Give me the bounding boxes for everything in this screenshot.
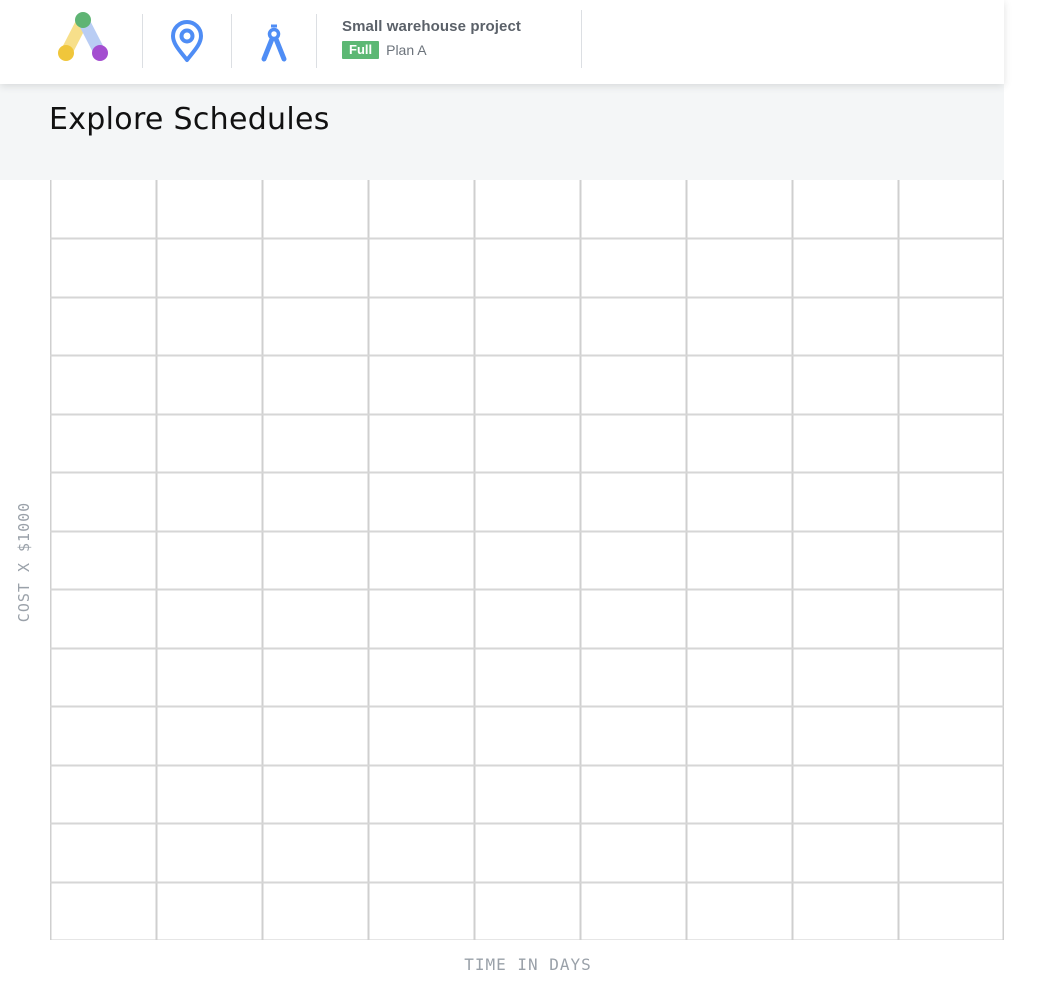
project-title: Small warehouse project xyxy=(342,18,522,35)
header-divider xyxy=(231,14,232,68)
schedule-grid[interactable] xyxy=(49,180,1005,940)
compass-icon xyxy=(261,24,287,62)
page-title: Explore Schedules xyxy=(49,102,330,137)
x-axis-label: TIME IN DAYS xyxy=(464,955,592,974)
page-header: Explore Schedules xyxy=(0,84,1004,180)
header-divider xyxy=(142,14,143,68)
project-info[interactable]: Small warehouse project Full Plan A xyxy=(342,17,521,59)
grid-lines xyxy=(49,180,1005,940)
plan-name: Plan A xyxy=(386,42,427,58)
y-axis-label: COST X $1000 xyxy=(15,501,33,623)
app-logo[interactable] xyxy=(52,0,116,84)
header-divider xyxy=(581,10,582,68)
drafting-tools-button[interactable] xyxy=(249,0,299,84)
location-button[interactable] xyxy=(160,0,214,84)
top-navigation-bar: Small warehouse project Full Plan A xyxy=(0,0,1004,84)
header-divider xyxy=(316,14,317,68)
logo-icon xyxy=(58,12,108,61)
project-meta: Full Plan A xyxy=(342,41,521,59)
scope-badge: Full xyxy=(342,41,380,59)
map-pin-icon xyxy=(171,20,203,62)
